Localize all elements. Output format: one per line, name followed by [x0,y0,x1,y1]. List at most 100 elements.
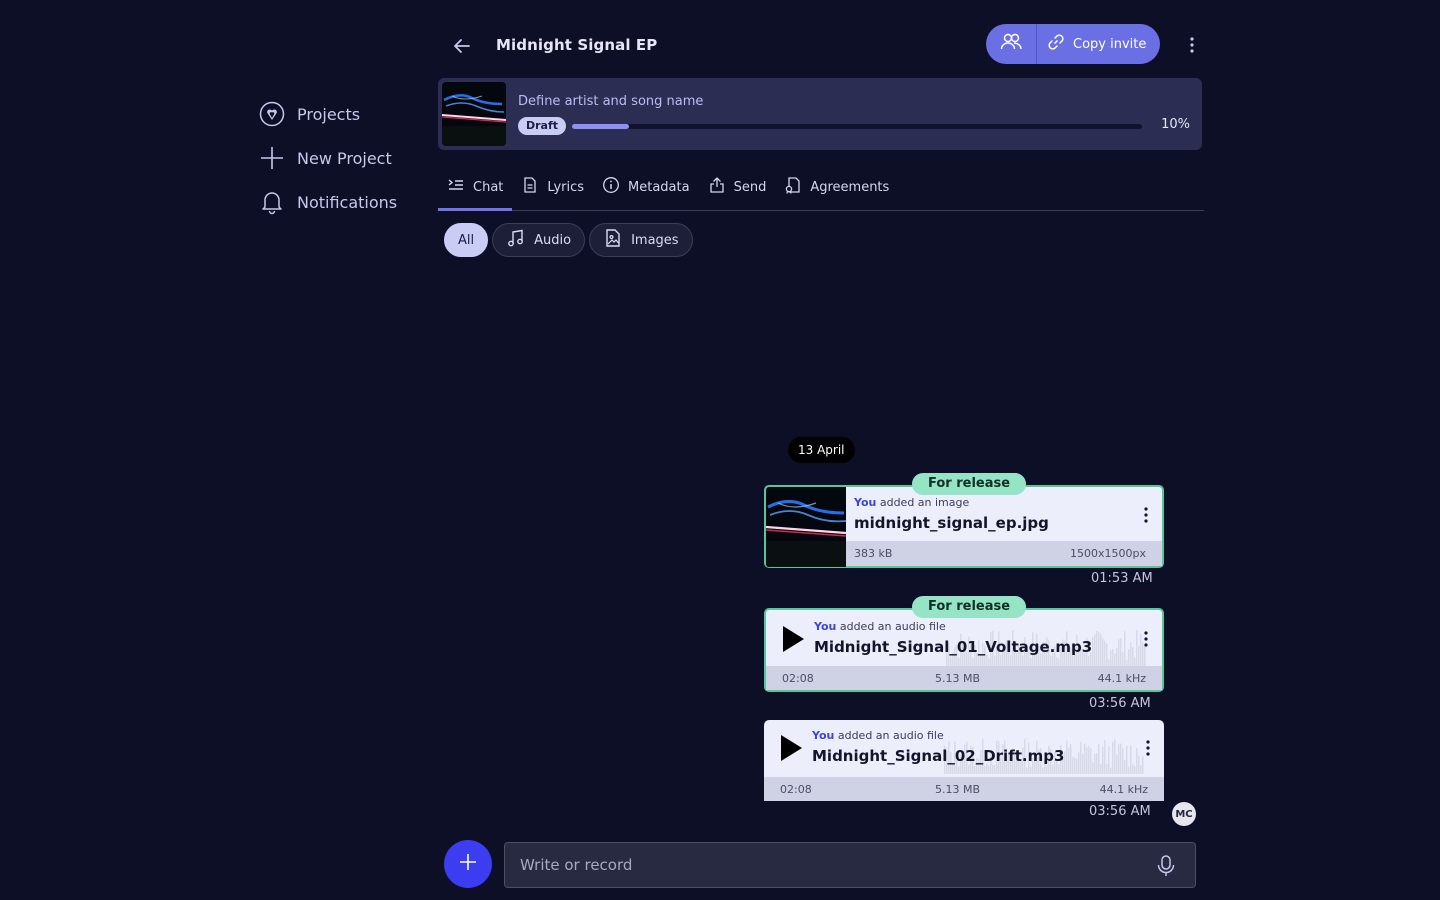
waveform-bar [1128,649,1130,666]
waveform-bar [1100,763,1102,774]
chat-message-image[interactable]: For release You added an image midnight_… [764,473,1164,568]
waveform-bar [952,764,954,774]
waveform-bar [1050,655,1052,666]
chat-list-icon [447,176,473,198]
waveform-bar [1098,744,1100,774]
users-icon [999,30,1023,58]
waveform-bar [1132,764,1134,774]
file-size: 383 kB [854,547,893,560]
message-options-icon[interactable] [1143,738,1153,758]
sidebar-item-label: New Project [297,148,392,168]
project-status-banner[interactable]: Define artist and song name Draft 10% [438,78,1202,150]
date-separator: 13 April [788,437,855,463]
tab-metadata[interactable]: Metadata [593,164,699,210]
tab-lyrics[interactable]: Lyrics [512,164,593,210]
filter-audio[interactable]: Audio [492,223,586,257]
file-name: midnight_signal_ep.jpg [854,514,1049,532]
waveform-bar [1116,648,1118,666]
waveform-bar [1104,640,1106,666]
sidebar-item-notifications[interactable]: Notifications [258,180,428,224]
waveform-bar [1092,762,1094,774]
invite-button-group: Copy invite [986,24,1160,64]
message-time: 01:53 AM [1091,571,1153,586]
sidebar-item-new-project[interactable]: New Project [258,136,428,180]
tab-agreements[interactable]: Agreements [775,164,898,210]
plus-icon [258,144,286,172]
waveform-bar [950,656,952,666]
page-title: Midnight Signal EP [496,36,658,54]
message-author: You added an audio file [814,620,946,633]
waveform-bar [1140,764,1142,774]
message-time: 03:56 AM [1089,804,1151,819]
waveform-bar [1102,637,1104,666]
waveform-bar [1136,630,1138,666]
waveform-bar [1094,634,1096,666]
waveform-bar [1138,646,1140,666]
waveform-bar [1058,658,1060,666]
progress-percent: 10% [1161,117,1190,132]
play-icon[interactable] [778,733,804,763]
tab-send[interactable]: Send [699,164,776,210]
waveform-bar [1086,747,1088,774]
filter-images[interactable]: Images [589,223,693,257]
play-icon[interactable] [780,624,806,654]
waveform-bar [1030,657,1032,666]
waveform-bar [992,764,994,774]
more-options-icon[interactable] [1182,34,1202,56]
waveform-bar [1072,757,1074,774]
progress-bar [572,124,1142,129]
waveform-bar [974,766,976,774]
tab-chat[interactable]: Chat [438,164,513,211]
chat-message-audio[interactable]: For release You added an audio file Midn… [764,596,1164,692]
waveform-bar [1116,754,1118,774]
tab-label: Metadata [628,179,690,195]
bell-icon [258,188,286,216]
waveform-bar [980,655,982,666]
project-task: Define artist and song name [518,94,704,109]
tab-label: Agreements [810,179,890,195]
waveform-bar [1102,746,1104,774]
waveform-bar [1090,747,1092,774]
message-options-icon[interactable] [1141,629,1151,649]
waveform-bar [1134,766,1136,774]
message-options-icon[interactable] [1141,505,1151,525]
waveform-bar [984,765,986,774]
heart-shield-icon [258,100,286,128]
waveform-bar [1132,646,1134,666]
share-icon [708,176,734,198]
release-tag: For release [912,473,1027,495]
waveform-bar [1010,654,1012,666]
filter-label: Images [631,232,679,248]
image-thumbnail[interactable] [766,487,846,567]
waveform-bar [968,764,970,774]
waveform-bar [1110,767,1112,774]
page-header: Midnight Signal EP Copy invite [440,24,1204,66]
waveform-bar [1126,745,1128,774]
microphone-icon[interactable] [1155,854,1177,878]
waveform-bar [1056,657,1058,666]
waveform-bar [1080,741,1082,774]
sample-rate: 44.1 kHz [1097,672,1146,685]
members-button[interactable] [986,24,1037,64]
waveform-bar [1058,764,1060,774]
waveform-bar [1138,755,1140,774]
add-attachment-button[interactable] [444,840,492,888]
waveform-bar [1066,740,1068,774]
chat-message-audio[interactable]: You added an audio file Midnight_Signal_… [764,720,1164,801]
file-meta: 383 kB 1500x1500px [846,541,1162,566]
waveform-bar [1046,765,1048,774]
waveform-bar [1122,651,1124,666]
file-name: Midnight_Signal_02_Drift.mp3 [812,747,1065,765]
copy-invite-button[interactable]: Copy invite [1037,24,1160,64]
music-note-icon [506,228,534,252]
tab-label: Chat [473,179,504,195]
message-input[interactable] [505,843,1145,887]
waveform-bar [1104,740,1106,774]
sidebar-item-projects[interactable]: Projects [258,92,428,136]
waveform-bar [1112,741,1114,774]
filter-all[interactable]: All [444,223,489,257]
waveform-bar [1096,630,1098,666]
sidebar: Projects New Project Notifications [258,92,428,224]
waveform-bar [1100,634,1102,666]
back-arrow-icon[interactable] [450,34,474,58]
